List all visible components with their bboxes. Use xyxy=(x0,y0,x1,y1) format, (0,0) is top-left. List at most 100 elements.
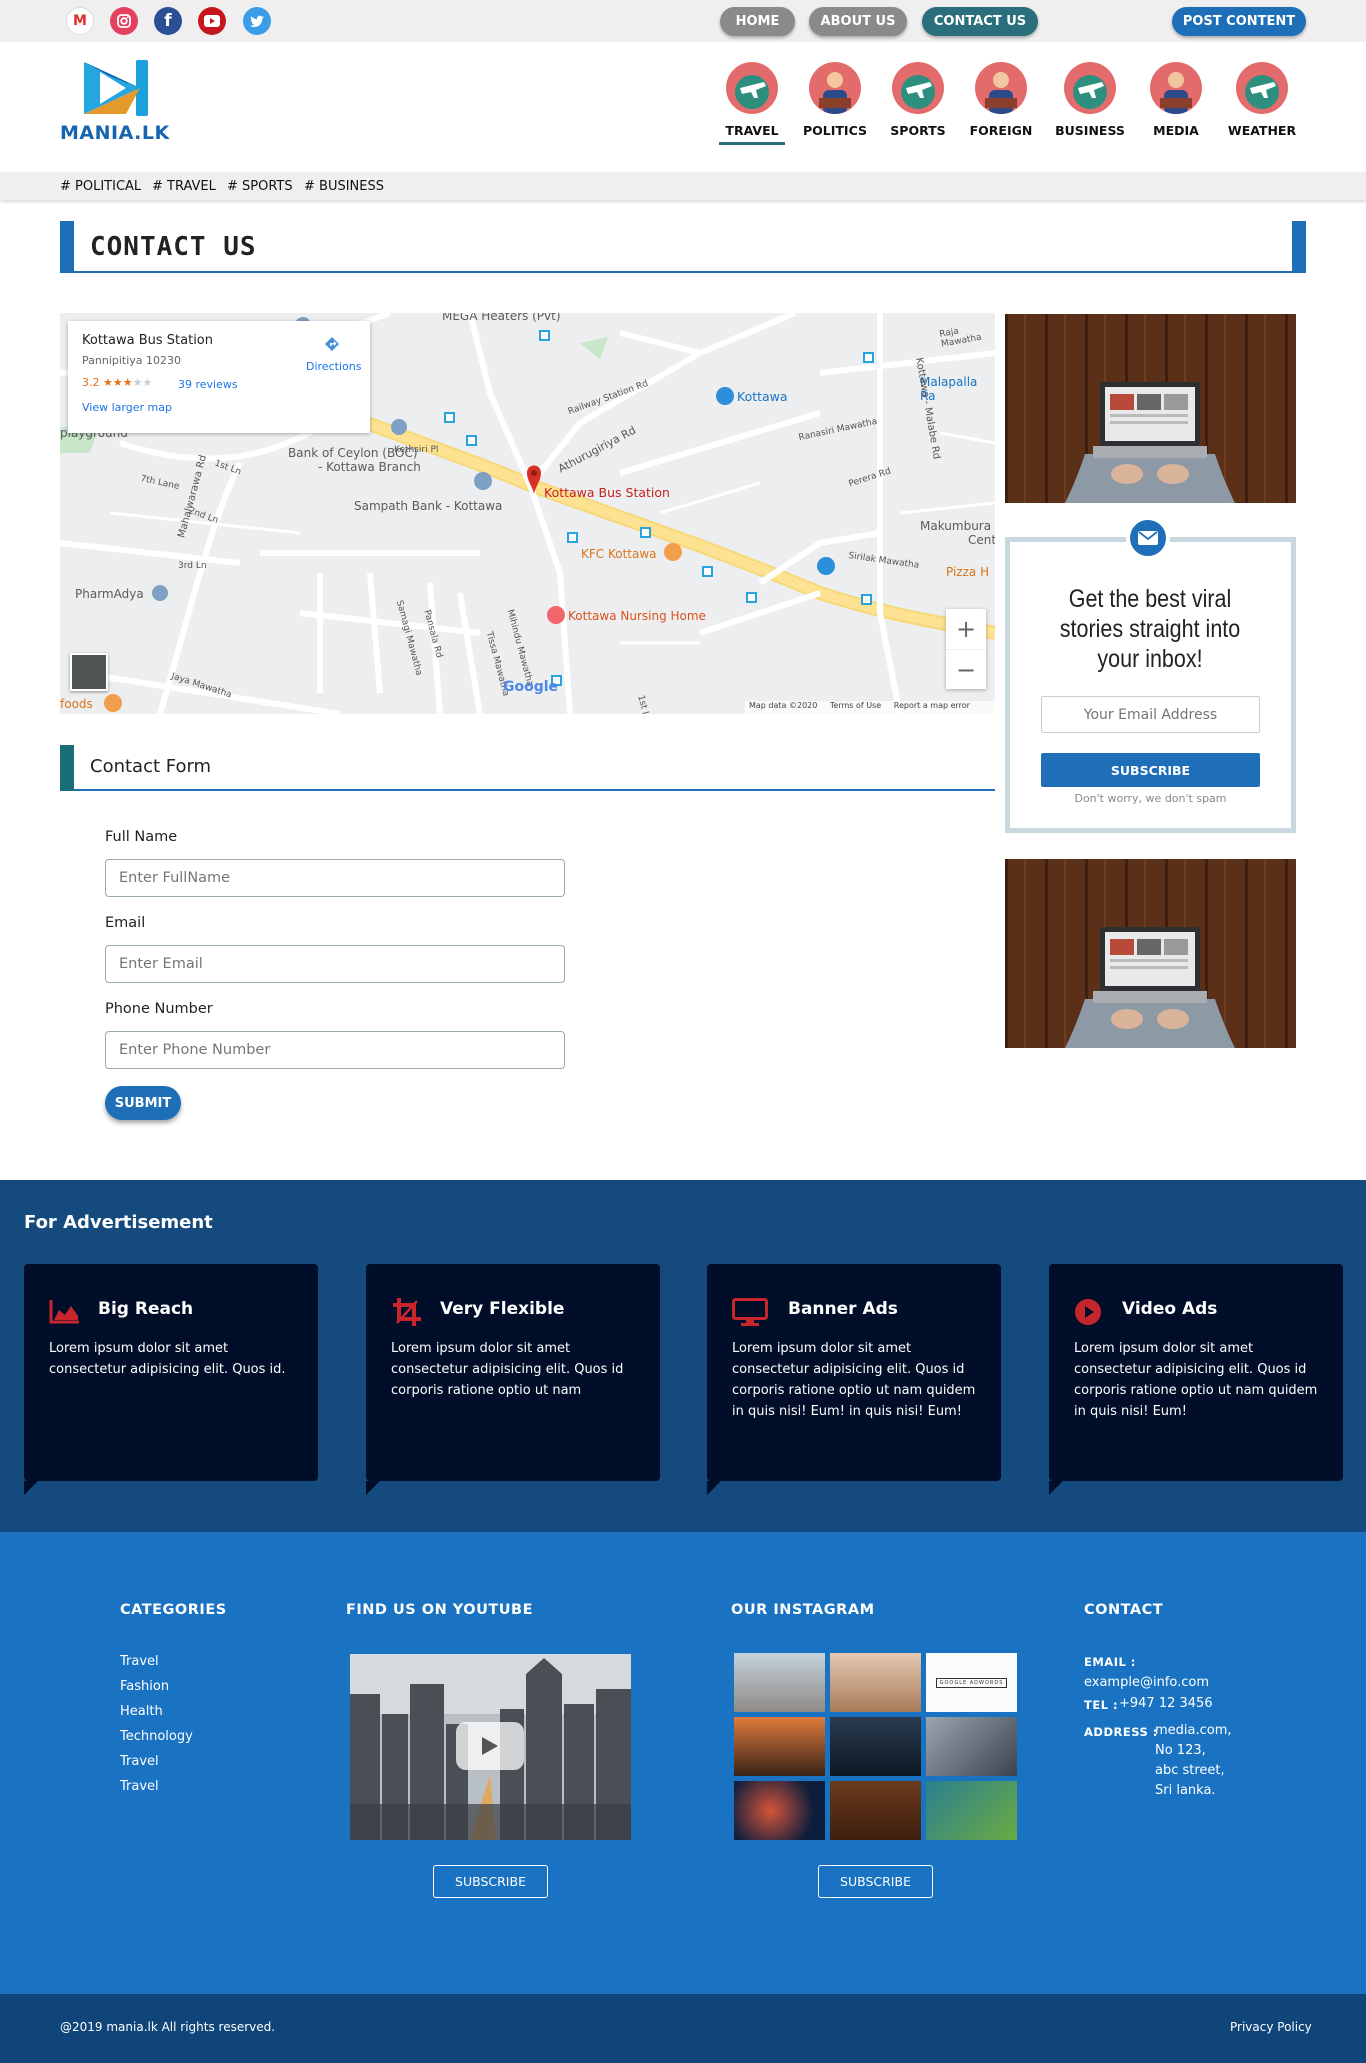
category-media[interactable]: MEDIA xyxy=(1141,62,1211,138)
category-foreign[interactable]: FOREIGN xyxy=(966,62,1036,138)
sidebar-ad-image[interactable] xyxy=(1005,314,1296,503)
category-politics[interactable]: POLITICS xyxy=(800,62,870,138)
footer-category-link[interactable]: Travel xyxy=(120,1779,159,1794)
contact-address-line: Sri lanka. xyxy=(1155,1783,1216,1798)
instagram-photo[interactable] xyxy=(734,1781,825,1840)
page-title: CONTACT US xyxy=(90,232,257,262)
instagram-photo[interactable] xyxy=(830,1781,921,1840)
globe-plane-icon xyxy=(1064,62,1116,114)
google-map[interactable]: MEGA Heaters (Pvt) Bank of Ceylon (BOC) … xyxy=(60,313,995,714)
instagram-photo[interactable]: GOOGLE ADWORDS xyxy=(926,1653,1017,1712)
map-label: Cent xyxy=(968,533,995,547)
place-address: Pannipitiya 10230 xyxy=(82,354,182,367)
globe-plane-icon xyxy=(726,62,778,114)
nav-contact-us[interactable]: CONTACT US xyxy=(922,7,1038,36)
politician-icon xyxy=(1150,62,1202,114)
map-road-label: Kethsiri Pl xyxy=(394,445,439,455)
zoom-controls: + − xyxy=(946,609,986,689)
crop-icon xyxy=(391,1298,423,1326)
youtube-video[interactable] xyxy=(350,1654,631,1840)
terms-link[interactable]: Terms of Use xyxy=(830,701,881,710)
logo-text: MANIA.LK xyxy=(60,122,170,144)
instagram-title: OUR INSTAGRAM xyxy=(731,1602,875,1618)
full-name-input[interactable] xyxy=(105,859,565,897)
instagram-photo[interactable] xyxy=(734,1717,825,1776)
category-travel[interactable]: TRAVEL xyxy=(717,62,787,145)
footer-category-link[interactable]: Travel xyxy=(120,1754,159,1769)
categories-title: CATEGORIES xyxy=(120,1602,227,1618)
play-button-icon[interactable] xyxy=(456,1722,524,1770)
footer-category-link[interactable]: Technology xyxy=(120,1729,193,1744)
place-rating: 3.2 ★★★★★ xyxy=(82,376,153,389)
map-label: Sampath Bank - Kottawa xyxy=(354,499,503,513)
zoom-in-button[interactable]: + xyxy=(946,609,986,649)
map-label: PharmAdya xyxy=(75,587,144,601)
gmail-icon[interactable]: M xyxy=(66,7,94,35)
politician-icon xyxy=(975,62,1027,114)
instagram-subscribe-button[interactable]: SUBSCRIBE xyxy=(818,1865,933,1898)
ad-card-big-reach[interactable]: Big Reach Lorem ipsum dolor sit amet con… xyxy=(24,1264,318,1495)
instagram-photo[interactable] xyxy=(926,1781,1017,1840)
privacy-policy-link[interactable]: Privacy Policy xyxy=(1230,2020,1312,2034)
contact-email[interactable]: example@info.com xyxy=(1084,1675,1209,1690)
reviews-link[interactable]: 39 reviews xyxy=(178,378,238,391)
map-pin-label[interactable]: Kottawa Bus Station xyxy=(544,485,670,500)
post-content-button[interactable]: POST CONTENT xyxy=(1172,7,1306,36)
category-sports[interactable]: SPORTS xyxy=(883,62,953,138)
map-label: KFC Kottawa xyxy=(581,547,657,561)
instagram-photo[interactable] xyxy=(734,1653,825,1712)
rating-stars: ★★★ xyxy=(103,376,133,389)
youtube-subscribe-button[interactable]: SUBSCRIBE xyxy=(433,1865,548,1898)
tag-political[interactable]: # POLITICAL xyxy=(60,179,141,194)
laptop-photo xyxy=(1005,859,1296,1048)
ad-card-very-flexible[interactable]: Very Flexible Lorem ipsum dolor sit amet… xyxy=(366,1264,660,1495)
tag-business[interactable]: # BUSINESS xyxy=(304,179,384,194)
twitter-icon[interactable] xyxy=(243,7,271,35)
logo[interactable]: MANIA.LK xyxy=(60,56,170,146)
top-bar: M f HOME ABOUT US CONTACT US POST CONTEN… xyxy=(0,0,1366,42)
contact-tel-label: TEL : xyxy=(1084,1698,1119,1712)
ad-card-banner-ads[interactable]: Banner Ads Lorem ipsum dolor sit amet co… xyxy=(707,1264,1001,1495)
nav-about-us[interactable]: ABOUT US xyxy=(809,7,907,36)
directions-link[interactable]: Directions xyxy=(306,360,361,373)
larger-map-link[interactable]: View larger map xyxy=(82,401,172,414)
facebook-icon[interactable]: f xyxy=(154,7,182,35)
email-input[interactable] xyxy=(105,945,565,983)
tag-travel[interactable]: # TRAVEL xyxy=(152,179,216,194)
map-road-label: 3rd Ln xyxy=(178,561,207,571)
newsletter-email-input[interactable] xyxy=(1041,696,1260,733)
directions-icon[interactable] xyxy=(323,335,341,357)
footer-category-link[interactable]: Travel xyxy=(120,1654,159,1669)
instagram-photo[interactable] xyxy=(830,1653,921,1712)
contact-email-label: EMAIL : xyxy=(1084,1655,1136,1669)
nav-home[interactable]: HOME xyxy=(720,7,795,36)
submit-button[interactable]: SUBMIT xyxy=(105,1086,181,1120)
contact-form-heading: Contact Form xyxy=(60,745,995,791)
ad-card-text: Lorem ipsum dolor sit amet consectetur a… xyxy=(1074,1341,1318,1419)
youtube-title: FIND US ON YOUTUBE xyxy=(346,1602,534,1618)
full-name-label: Full Name xyxy=(105,829,178,845)
contact-address-line: media.com, xyxy=(1155,1723,1232,1738)
map-label: Pizza H xyxy=(946,565,990,579)
phone-input[interactable] xyxy=(105,1031,565,1069)
category-business[interactable]: BUSINESS xyxy=(1055,62,1125,138)
zoom-out-button[interactable]: − xyxy=(946,649,986,689)
footer-category-link[interactable]: Fashion xyxy=(120,1679,169,1694)
youtube-icon[interactable] xyxy=(198,7,226,35)
map-satellite-toggle[interactable] xyxy=(70,653,108,691)
instagram-photo[interactable] xyxy=(830,1717,921,1776)
footer-category-link[interactable]: Health xyxy=(120,1704,163,1719)
tag-sports[interactable]: # SPORTS xyxy=(227,179,293,194)
ad-card-video-ads[interactable]: Video Ads Lorem ipsum dolor sit amet con… xyxy=(1049,1264,1343,1495)
map-place-card: Kottawa Bus Station Pannipitiya 10230 3.… xyxy=(68,321,370,433)
category-weather[interactable]: WEATHER xyxy=(1227,62,1297,138)
newsletter-subscribe-button[interactable]: SUBSCRIBE xyxy=(1041,753,1260,787)
google-logo: Google xyxy=(503,679,559,695)
instagram-photo[interactable] xyxy=(926,1717,1017,1776)
instagram-icon[interactable] xyxy=(110,7,138,35)
globe-plane-icon xyxy=(1236,62,1288,114)
map-label: Kottawa xyxy=(737,389,788,404)
map-data-text: Map data ©2020 xyxy=(749,701,818,710)
sidebar-ad-image[interactable] xyxy=(1005,859,1296,1048)
report-link[interactable]: Report a map error xyxy=(894,701,970,710)
